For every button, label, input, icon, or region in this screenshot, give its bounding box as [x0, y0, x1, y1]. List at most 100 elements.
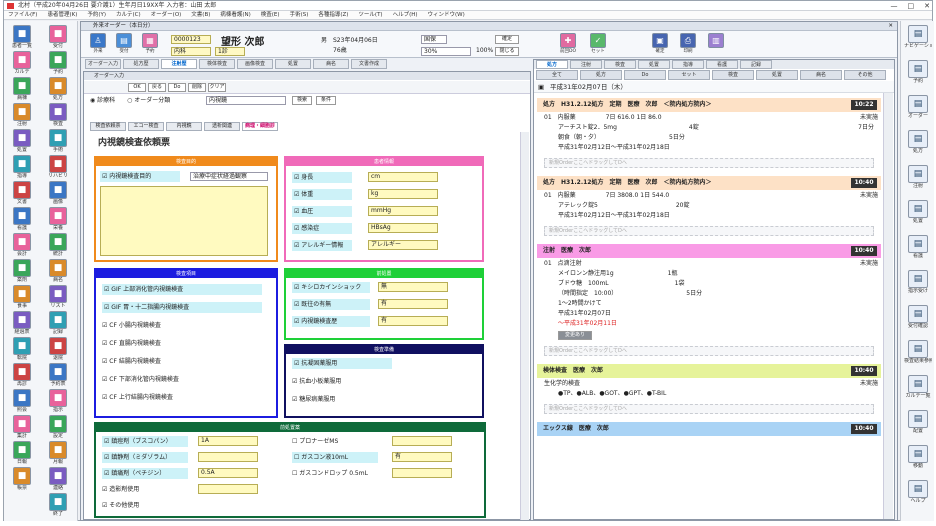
tb-outpatient-button[interactable]: ♙ 外来 [87, 33, 109, 57]
main-tab[interactable]: 検体検査 [199, 59, 235, 69]
menu-item[interactable]: 手術(S) [290, 11, 309, 19]
premed-left-label[interactable]: ☑ 造影剤使用 [102, 484, 188, 495]
history-scrollbar[interactable] [883, 93, 893, 519]
sidebar-button[interactable]: ■ 栄養 [46, 207, 70, 235]
sidebar-button[interactable]: ■ 会計 [10, 233, 34, 261]
form-toolbar-button[interactable]: OK [128, 83, 146, 92]
form-subtab[interactable]: エコー検査 [128, 122, 164, 131]
patient-info-value[interactable]: mmHg [368, 206, 438, 216]
sidebar-button[interactable]: ■ 処置 [10, 129, 34, 157]
radio-dept[interactable]: ◉ 診療科 [90, 97, 115, 104]
condition-button[interactable]: 条件 [316, 96, 336, 105]
patient-id-field[interactable]: 0000123 [171, 35, 211, 44]
order-header[interactable]: 処方 H31.2.12処方 定期 医療 次郎 ＜院内処方院内＞ 10:40 [537, 176, 881, 190]
main-tab[interactable]: 画像検査 [237, 59, 273, 69]
sidebar-button[interactable]: ■ 処方 [46, 77, 70, 105]
menu-item[interactable]: 各種指導(Z) [318, 11, 348, 19]
premed-right-value[interactable]: 有 [392, 452, 452, 462]
sidebar-button[interactable]: ■ 予約 [46, 51, 70, 79]
sidebar-button[interactable]: ■ 統計 [46, 233, 70, 261]
right-sidebar-button[interactable]: ▤ 検査結果参照 [904, 340, 932, 370]
preparation-checkbox[interactable]: ☑ 糖尿病薬服用 [292, 394, 392, 405]
sidebar-button[interactable]: ■ 薬剤 [10, 259, 34, 287]
sidebar-button[interactable]: ■ 日報 [10, 441, 34, 469]
exam-item-checkbox[interactable]: ☑ CF 結腸内視鏡検査 [102, 356, 262, 367]
premed-left-value[interactable]: 0.5A [198, 468, 258, 478]
history-tab[interactable]: 看護 [706, 60, 738, 69]
sidebar-button[interactable]: ■ 手術 [46, 129, 70, 157]
tb-prescribe-button[interactable]: ✚ 前回DO [557, 33, 579, 57]
order-header[interactable]: 検体検査 医療 次郎 10:40 [537, 364, 881, 378]
form-subtab[interactable]: 内視鏡 [166, 122, 202, 131]
form-toolbar-button[interactable]: Do [168, 83, 186, 92]
sidebar-button[interactable]: ■ 検査 [46, 103, 70, 131]
minimize-button[interactable]: — [891, 1, 898, 11]
close-button[interactable]: ✕ [924, 1, 930, 11]
main-tab[interactable]: 処方歴 [123, 59, 159, 69]
close-order-button[interactable]: 閉じる [495, 47, 519, 56]
history-subtab[interactable]: 病名 [800, 70, 842, 80]
order-class-select[interactable]: 内視鏡 [206, 96, 286, 105]
order-window-close-button[interactable]: ✕ [888, 22, 893, 31]
premed-left-label[interactable]: ☑ 鎮痙剤（ブスコパン） [102, 436, 188, 447]
insurance-field[interactable]: 国保 [421, 35, 447, 44]
premed-right-value[interactable] [392, 436, 452, 446]
form-subtab[interactable]: 検査依頼票 [90, 122, 126, 131]
sidebar-button[interactable]: ■ 再診 [10, 363, 34, 391]
menu-item[interactable]: ツール(T) [358, 11, 382, 19]
order-tag-button[interactable]: 変更あり [558, 331, 592, 340]
form-toolbar-button[interactable]: クリア [208, 83, 226, 92]
purpose-textarea[interactable] [100, 186, 268, 256]
main-tab[interactable]: オーダー入力 [85, 59, 121, 69]
sidebar-button[interactable]: ■ 指導 [10, 155, 34, 183]
tb-extra-button[interactable]: ▥ [705, 33, 727, 57]
menu-item[interactable]: 文書(B) [191, 11, 210, 19]
form-toolbar-button[interactable]: 削除 [188, 83, 206, 92]
tb-confirm-button[interactable]: ▣ 確定 [649, 33, 671, 57]
right-sidebar-button[interactable]: ▤ ヘルプ [904, 480, 932, 510]
order-drop-zone[interactable]: 新規OrderここへドラッグしてDへ [544, 158, 874, 168]
exam-item-checkbox[interactable]: ☑ GIF 胃・十二指腸内視鏡検査 [102, 302, 262, 313]
right-sidebar-button[interactable]: ▤ 受付確認 [904, 305, 932, 335]
menu-item[interactable]: 検査(E) [261, 11, 280, 19]
right-sidebar-button[interactable]: ▤ 看護 [904, 235, 932, 265]
premed-right-value[interactable] [392, 468, 452, 478]
history-subtab[interactable]: 処置 [756, 70, 798, 80]
menu-item[interactable]: ウィンドウ(W) [428, 11, 465, 19]
tb-reception-button[interactable]: ▤ 受付 [113, 33, 135, 57]
premed-left-value[interactable] [198, 484, 258, 494]
menu-item[interactable]: 予約(Y) [87, 11, 106, 19]
main-tab[interactable]: 病名 [313, 59, 349, 69]
menu-item[interactable]: ヘルプ(H) [393, 11, 418, 19]
sidebar-button[interactable]: ■ 経過表 [10, 311, 34, 339]
exam-item-checkbox[interactable]: ☑ CF 上行結腸内視鏡検査 [102, 392, 262, 403]
sidebar-button[interactable]: ■ 帳票 [10, 467, 34, 495]
order-header[interactable]: エックス線 医療 次郎 10:40 [537, 422, 881, 436]
sidebar-button[interactable]: ■ 集計 [10, 415, 34, 443]
history-subtab[interactable]: 処方 [580, 70, 622, 80]
right-sidebar-button[interactable]: ▤ 処置 [904, 200, 932, 230]
right-sidebar-button[interactable]: ▤ナビゲーション [904, 25, 932, 55]
sidebar-button[interactable]: ■ 看護 [10, 207, 34, 235]
premed-left-label[interactable]: ☑ 鎮静剤（ミダゾラム） [102, 452, 188, 463]
premed-left-label[interactable]: ☑ その他使用 [102, 500, 188, 511]
right-sidebar-button[interactable]: ▤ 移動 [904, 445, 932, 475]
order-header[interactable]: 注射 医療 次郎 10:40 [537, 244, 881, 258]
main-tab[interactable]: 注射歴 [161, 59, 197, 69]
sidebar-button[interactable]: ■ 患者一覧 [10, 25, 34, 53]
exam-item-checkbox[interactable]: ☑ CF 下部消化管内視鏡検査 [102, 374, 262, 385]
exam-item-checkbox[interactable]: ☑ CF 直腸内視鏡検査 [102, 338, 262, 349]
history-tab[interactable]: 検査 [604, 60, 636, 69]
sidebar-button[interactable]: ■ 月報 [46, 441, 70, 469]
history-subtab[interactable]: 検査 [712, 70, 754, 80]
dept-field[interactable]: 内科 [171, 47, 211, 56]
sidebar-button[interactable]: ■ 記録 [46, 311, 70, 339]
menu-item[interactable]: オーダー(O) [151, 11, 182, 19]
form-scrollbar[interactable] [520, 132, 529, 520]
premed-left-value[interactable]: 1A [198, 436, 258, 446]
sidebar-button[interactable]: ■ 画像 [46, 181, 70, 209]
maximize-button[interactable]: □ [908, 1, 915, 11]
sidebar-button[interactable]: ■ 照会 [10, 389, 34, 417]
order-drop-zone[interactable]: 新規OrderここへドラッグしてDへ [544, 226, 874, 236]
form-subtab[interactable]: 透析関連 [204, 122, 240, 131]
